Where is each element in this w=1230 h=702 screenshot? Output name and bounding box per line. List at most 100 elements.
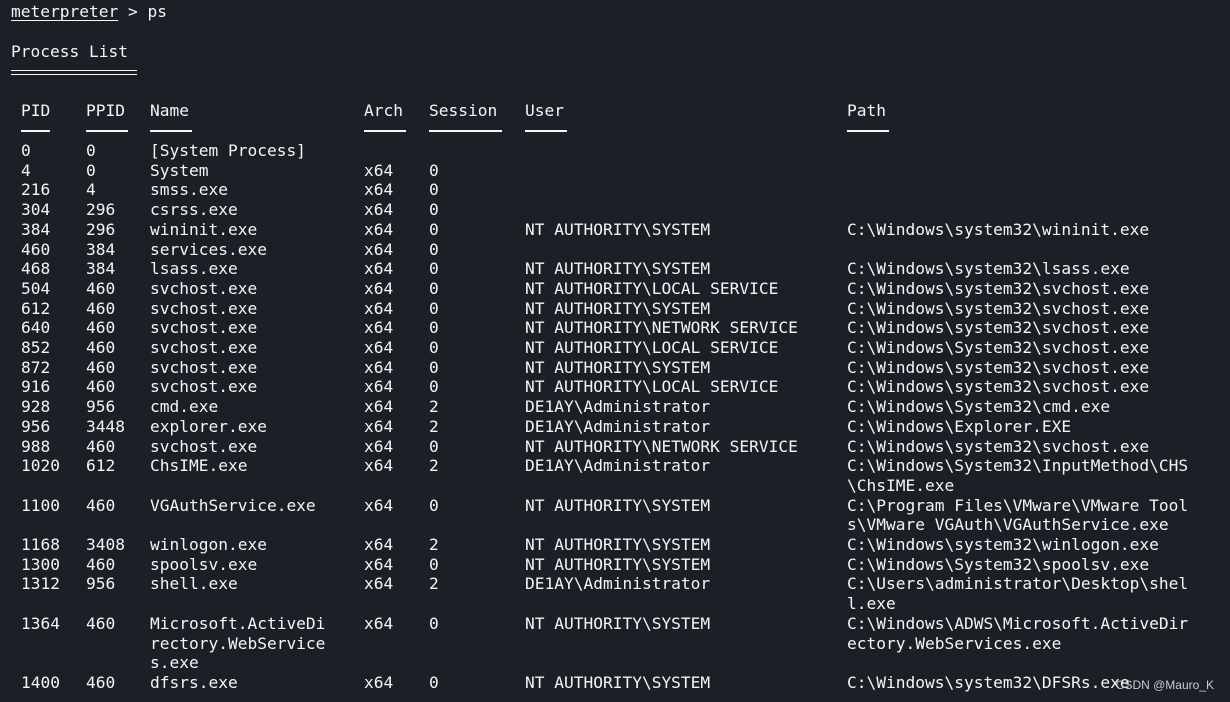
column-header-name: Name bbox=[150, 101, 189, 120]
cell-ppid: 612 bbox=[86, 456, 116, 476]
cell-pid: 640 bbox=[21, 318, 51, 338]
cell-arch: x64 bbox=[364, 554, 394, 574]
cell-ppid: 0 bbox=[86, 141, 96, 160]
cell-session: 0 bbox=[429, 672, 439, 692]
cell-name: svchost.exe bbox=[150, 436, 258, 456]
cell-user: NT AUTHORITY\LOCAL SERVICE bbox=[525, 338, 779, 357]
cell-session: 0 bbox=[429, 436, 439, 456]
cell-name: ChsIME.exe bbox=[150, 456, 248, 476]
cell-user: DE1AY\Administrator bbox=[525, 416, 711, 436]
column-header-ppid: PPID bbox=[86, 101, 125, 120]
cell-session: 2 bbox=[429, 456, 439, 476]
cell-arch: x64 bbox=[364, 239, 394, 259]
cell-name: spoolsv.exe bbox=[150, 554, 258, 574]
cell-pid: 468 bbox=[21, 259, 51, 279]
cell-pid: 956 bbox=[21, 416, 51, 436]
cell-path: C:\Windows\system32\lsass.exe bbox=[847, 259, 1130, 279]
cell-path: C:\Windows\system32\winlogon.exe bbox=[847, 535, 1159, 554]
cell-session: 0 bbox=[429, 259, 439, 279]
cell-pid: 0 bbox=[21, 141, 31, 160]
cell-user: NT AUTHORITY\LOCAL SERVICE bbox=[525, 377, 779, 397]
cell-path: C:\Windows\system32\svchost.exe bbox=[847, 318, 1150, 338]
cell-user: NT AUTHORITY\NETWORK SERVICE bbox=[525, 436, 798, 456]
cell-pid: 612 bbox=[21, 298, 51, 318]
cell-user: DE1AY\Administrator bbox=[525, 456, 711, 476]
cell-pid: 460 bbox=[21, 239, 51, 259]
watermark: CSDN @Mauro_K bbox=[1115, 678, 1214, 692]
cell-path: C:\Windows\system32\DFSRs.exe bbox=[847, 672, 1130, 692]
cell-path: C:\Windows\system32\wininit.exe bbox=[847, 219, 1150, 239]
column-header-path: Path bbox=[847, 101, 886, 120]
cell-ppid: 460 bbox=[86, 672, 116, 692]
cell-session: 0 bbox=[429, 554, 439, 574]
cell-path: C:\Windows\System32\cmd.exe bbox=[847, 397, 1111, 417]
cell-user: DE1AY\Administrator bbox=[525, 574, 711, 594]
cell-name: svchost.exe bbox=[150, 298, 258, 318]
cell-pid: 872 bbox=[21, 357, 51, 377]
command-prompt: meterpreter > ps bbox=[11, 2, 167, 22]
cell-arch: x64 bbox=[364, 259, 394, 279]
cell-pid: 216 bbox=[21, 180, 51, 200]
cell-name: csrss.exe bbox=[150, 200, 238, 220]
cell-arch: x64 bbox=[364, 160, 394, 180]
cell-ppid: 3448 bbox=[86, 416, 125, 436]
cell-pid: 1312 bbox=[21, 574, 60, 594]
column-rule-ppid bbox=[86, 130, 128, 132]
cell-pid: 304 bbox=[21, 200, 51, 220]
cell-name: dfsrs.exe bbox=[150, 672, 238, 692]
cell-name: rectory.WebService bbox=[150, 633, 326, 653]
cell-user: NT AUTHORITY\SYSTEM bbox=[525, 554, 711, 574]
column-header-session: Session bbox=[429, 101, 498, 120]
cell-arch: x64 bbox=[364, 535, 394, 554]
process-list-heading: Process List bbox=[11, 42, 128, 61]
cell-arch: x64 bbox=[364, 298, 394, 318]
cell-name: winlogon.exe bbox=[150, 535, 267, 554]
cell-session: 0 bbox=[429, 318, 439, 338]
cell-user: DE1AY\Administrator bbox=[525, 397, 711, 417]
cell-session: 0 bbox=[429, 278, 439, 298]
cell-path: C:\Windows\Explorer.EXE bbox=[847, 416, 1072, 436]
cell-session: 0 bbox=[429, 338, 439, 357]
cell-session: 0 bbox=[429, 495, 439, 515]
cell-arch: x64 bbox=[364, 357, 394, 377]
cell-path: C:\Windows\system32\svchost.exe bbox=[847, 436, 1150, 456]
column-header-pid: PID bbox=[21, 101, 51, 120]
cell-name: svchost.exe bbox=[150, 318, 258, 338]
cell-ppid: 956 bbox=[86, 574, 116, 594]
cell-name: s.exe bbox=[150, 653, 199, 673]
cell-session: 0 bbox=[429, 613, 439, 633]
cell-name: smss.exe bbox=[150, 180, 228, 200]
cell-user: NT AUTHORITY\SYSTEM bbox=[525, 535, 711, 554]
column-rule-arch bbox=[364, 130, 406, 132]
terminal-window[interactable]: meterpreter > ps Process List PID PPID Nam… bbox=[0, 0, 1230, 702]
cell-arch: x64 bbox=[364, 180, 394, 200]
cell-ppid: 384 bbox=[86, 259, 116, 279]
cell-ppid: 460 bbox=[86, 613, 116, 633]
cell-session: 2 bbox=[429, 574, 439, 594]
cell-name: Microsoft.ActiveDi bbox=[150, 613, 326, 633]
cell-user: NT AUTHORITY\SYSTEM bbox=[525, 613, 711, 633]
cell-user: NT AUTHORITY\SYSTEM bbox=[525, 495, 711, 515]
cell-path: C:\Windows\system32\svchost.exe bbox=[847, 377, 1150, 397]
cell-session: 0 bbox=[429, 377, 439, 397]
cell-path: C:\Windows\ADWS\Microsoft.ActiveDir bbox=[847, 613, 1189, 633]
cell-name: shell.exe bbox=[150, 574, 238, 594]
cell-path: C:\Windows\system32\svchost.exe bbox=[847, 357, 1150, 377]
cell-pid: 4 bbox=[21, 160, 31, 180]
prompt-label: meterpreter bbox=[11, 2, 119, 21]
cell-arch: x64 bbox=[364, 613, 394, 633]
cell-pid: 1168 bbox=[21, 535, 60, 554]
cell-pid: 988 bbox=[21, 436, 51, 456]
cell-ppid: 460 bbox=[86, 298, 116, 318]
cell-ppid: 460 bbox=[86, 357, 116, 377]
cell-path: C:\Windows\system32\svchost.exe bbox=[847, 278, 1150, 298]
cell-pid: 384 bbox=[21, 219, 51, 239]
cell-session: 0 bbox=[429, 239, 439, 259]
cell-user: NT AUTHORITY\SYSTEM bbox=[525, 219, 711, 239]
cell-pid: 852 bbox=[21, 338, 51, 357]
cell-path: C:\Windows\System32\svchost.exe bbox=[847, 338, 1150, 357]
heading-underline bbox=[11, 70, 137, 75]
cell-path: C:\Windows\System32\InputMethod\CHS bbox=[847, 456, 1189, 476]
cell-name: System bbox=[150, 160, 209, 180]
cell-name: svchost.exe bbox=[150, 278, 258, 298]
